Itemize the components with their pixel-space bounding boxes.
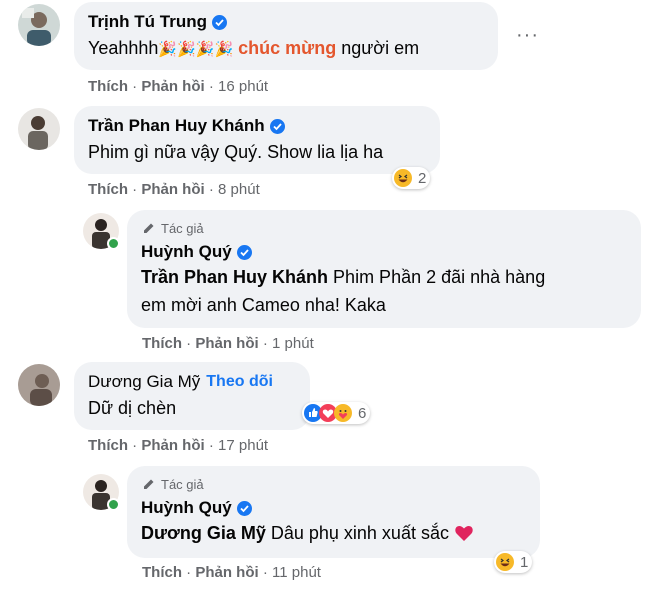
author-name[interactable]: Huỳnh Quý: [141, 242, 252, 262]
verified-badge-icon: [211, 14, 227, 30]
comment-actions: Thích · Phản hồi · 16 phút: [88, 78, 268, 95]
like-button[interactable]: Thích: [142, 335, 182, 352]
comment-bubble: Tác giả Huỳnh Quý Trần Phan Huy Khánh Ph…: [127, 210, 641, 328]
author-tag: Tác giả: [141, 220, 204, 236]
comment-text: Dương Gia Mỹ Dâu phụ xinh xuất sắc: [141, 523, 474, 544]
reply-button[interactable]: Phản hồi: [141, 437, 204, 454]
online-status-icon: [107, 498, 120, 511]
comment-actions: Thích · Phản hồi · 11 phút: [142, 564, 321, 581]
haha-reaction-icon: [496, 553, 514, 571]
comment-text: Dữ dị chèn: [88, 398, 177, 418]
care-reaction-icon: [334, 404, 352, 422]
online-status-icon: [107, 237, 120, 250]
mention-link[interactable]: Trần Phan Huy Khánh: [141, 267, 328, 287]
pencil-icon: [144, 223, 154, 233]
author-name[interactable]: Dương Gia Mỹ Theo dõi: [88, 372, 273, 392]
separator: ·: [262, 564, 268, 581]
avatar[interactable]: [18, 364, 60, 406]
comment-text: Trần Phan Huy Khánh Phim Phần 2 đãi nhà …: [141, 267, 545, 288]
comment-text: Yeahhhh🎉🎉🎉🎉 chúc mừng người em: [88, 38, 419, 59]
author-name-text[interactable]: Trịnh Tú Trung: [88, 12, 207, 32]
comment-text: Phim gì nữa vậy Quý. Show lia lịa ha: [88, 142, 384, 162]
timestamp[interactable]: 16 phút: [218, 78, 268, 95]
reaction-count: 1: [520, 553, 529, 571]
author-tag-label: Tác giả: [161, 476, 204, 492]
separator: ·: [186, 335, 192, 352]
author-tag: Tác giả: [141, 476, 204, 492]
author-name[interactable]: Trịnh Tú Trung: [88, 12, 227, 32]
author-name-text[interactable]: Trần Phan Huy Khánh: [88, 116, 265, 136]
comment-actions: Thích · Phản hồi · 1 phút: [142, 335, 314, 352]
reaction-count: 2: [418, 169, 427, 187]
pencil-icon: [144, 479, 154, 489]
haha-reaction-icon: [394, 169, 412, 187]
comment-bubble: Trịnh Tú Trung Yeahhhh🎉🎉🎉🎉 chúc mừng ngư…: [74, 2, 498, 70]
follow-link[interactable]: Theo dõi: [206, 373, 273, 391]
comment-actions: Thích · Phản hồi · 17 phút: [88, 437, 268, 454]
reaction-summary[interactable]: 6: [302, 402, 371, 424]
verified-badge-icon: [269, 118, 285, 134]
reply-button[interactable]: Phản hồi: [195, 335, 258, 352]
reaction-count: 6: [358, 404, 367, 422]
reply-button[interactable]: Phản hồi: [141, 78, 204, 95]
like-button[interactable]: Thích: [88, 181, 128, 198]
comment-bubble: Dương Gia Mỹ Theo dõi Dữ dị chèn: [74, 362, 310, 430]
author-name[interactable]: Trần Phan Huy Khánh: [88, 116, 285, 136]
separator: ·: [132, 437, 138, 454]
mention-link[interactable]: Dương Gia Mỹ: [141, 523, 266, 543]
avatar[interactable]: [83, 213, 120, 250]
verified-badge-icon: [236, 500, 252, 516]
comment-bubble: Trần Phan Huy Khánh Phim gì nữa vậy Quý.…: [74, 106, 440, 174]
party-popper-icon: 🎉🎉🎉🎉: [158, 41, 234, 58]
separator: ·: [186, 564, 192, 581]
comment-text-part: người em: [341, 38, 420, 58]
comment-text-line-2: em mời anh Cameo nha! Kaka: [141, 295, 386, 315]
timestamp[interactable]: 1 phút: [272, 335, 314, 352]
like-button[interactable]: Thích: [88, 437, 128, 454]
like-button[interactable]: Thích: [88, 78, 128, 95]
verified-badge-icon: [236, 244, 252, 260]
comment-text-part: Dâu phụ xinh xuất sắc: [270, 523, 449, 543]
reaction-summary[interactable]: 2: [392, 167, 431, 189]
comment-text-line: Phim Phần 2 đãi nhà hàng: [333, 267, 546, 287]
separator: ·: [132, 181, 138, 198]
comment-bubble: Tác giả Huỳnh Quý Dương Gia Mỹ Dâu phụ x…: [127, 466, 540, 558]
author-name[interactable]: Huỳnh Quý: [141, 498, 252, 518]
like-button[interactable]: Thích: [142, 564, 182, 581]
separator: ·: [208, 437, 214, 454]
more-options-icon[interactable]: ···: [516, 24, 539, 47]
timestamp[interactable]: 11 phút: [272, 564, 321, 581]
author-name-text[interactable]: Huỳnh Quý: [141, 242, 232, 262]
comment-text-part: Yeahhhh: [88, 38, 159, 58]
author-tag-label: Tác giả: [161, 220, 204, 236]
comment-actions: Thích · Phản hồi · 8 phút: [88, 181, 260, 198]
avatar[interactable]: [18, 4, 60, 46]
separator: ·: [132, 78, 138, 95]
author-name-text[interactable]: Huỳnh Quý: [141, 498, 232, 518]
timestamp[interactable]: 8 phút: [218, 181, 260, 198]
reply-button[interactable]: Phản hồi: [195, 564, 258, 581]
separator: ·: [208, 78, 214, 95]
timestamp[interactable]: 17 phút: [218, 437, 268, 454]
avatar[interactable]: [18, 108, 60, 150]
reply-button[interactable]: Phản hồi: [141, 181, 204, 198]
reaction-summary[interactable]: 1: [494, 551, 533, 573]
separator: ·: [208, 181, 214, 198]
red-heart-icon: [455, 526, 473, 541]
avatar[interactable]: [83, 474, 120, 511]
author-name-text[interactable]: Dương Gia Mỹ: [88, 372, 200, 392]
hashtag-link[interactable]: chúc mừng: [238, 38, 336, 58]
separator: ·: [262, 335, 268, 352]
